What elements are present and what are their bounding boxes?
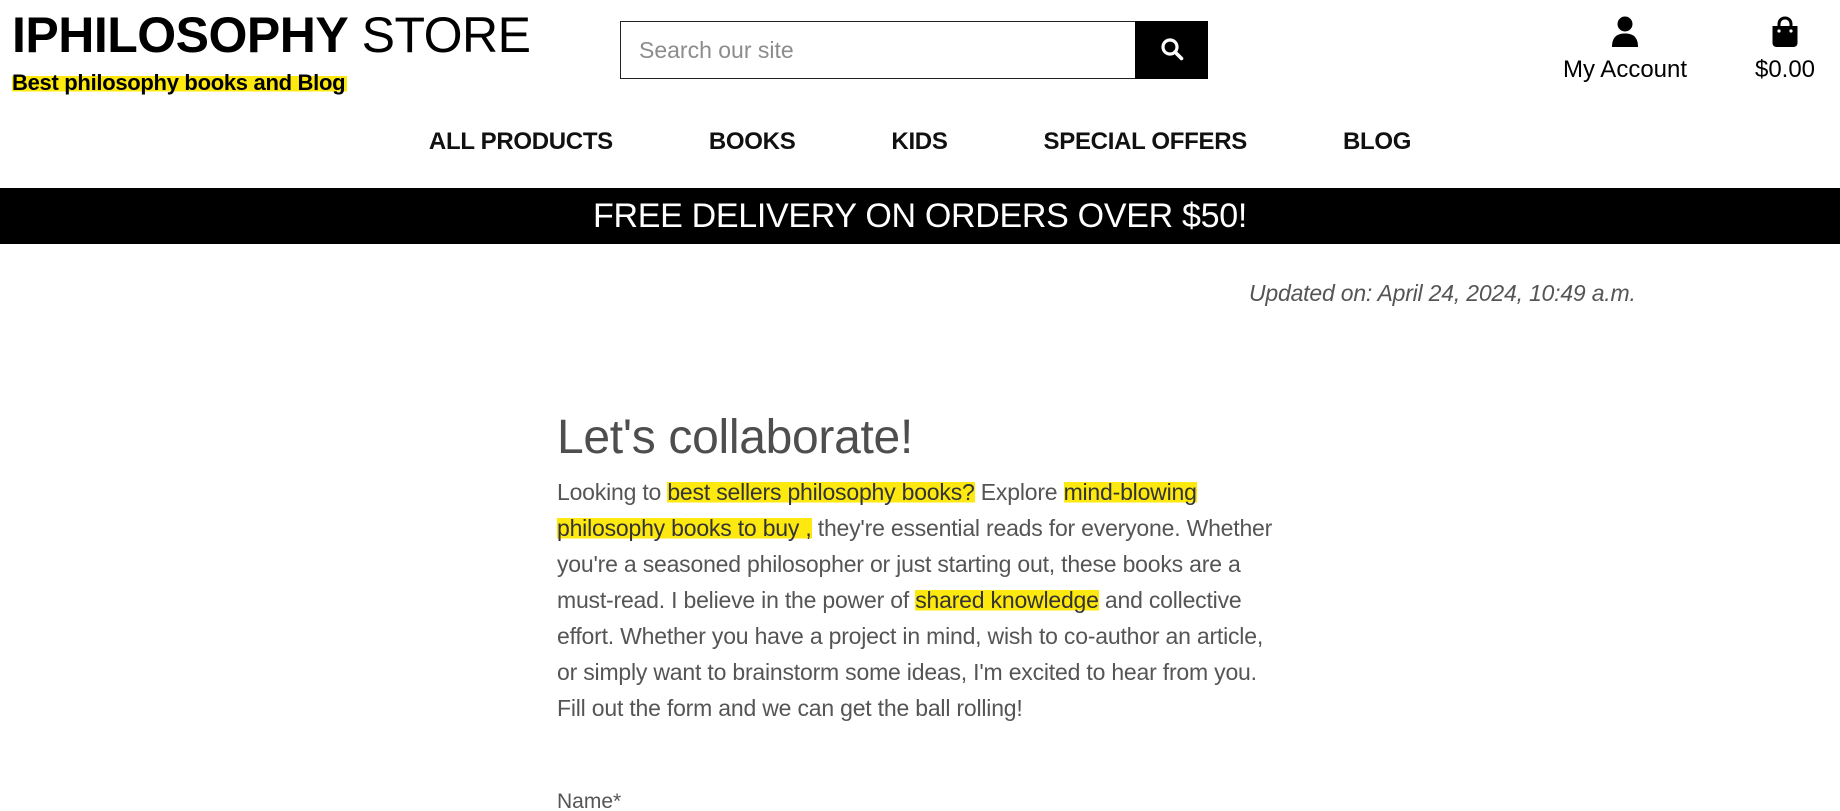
my-account-link[interactable]: My Account [1560,14,1690,84]
name-field-label: Name* [557,790,622,811]
updated-timestamp: Updated on: April 24, 2024, 10:49 a.m. [1249,280,1636,306]
search-bar [620,21,1208,79]
main-nav: ALL PRODUCTS BOOKS KIDS SPECIAL OFFERS B… [0,128,1840,156]
article: Let's collaborate! Looking to best selle… [557,408,1277,726]
page-title: Let's collaborate! [557,411,913,464]
body-text-1: Looking to [557,479,668,505]
nav-item-books[interactable]: BOOKS [709,128,796,156]
nav-item-kids[interactable]: KIDS [891,128,947,156]
brand-title-light: STORE [348,7,531,63]
highlight-best-sellers: best sellers philosophy books? [667,479,975,505]
article-body: Looking to best sellers philosophy books… [557,474,1277,726]
shopping-bag-icon [1740,14,1830,48]
highlight-shared-knowledge: shared knowledge [915,587,1099,613]
user-icon [1560,14,1690,48]
free-delivery-banner: FREE DELIVERY ON ORDERS OVER $50! [0,188,1840,244]
cart-total: $0.00 [1754,56,1816,83]
banner-text: FREE DELIVERY ON ORDERS OVER $50! [593,196,1247,235]
brand-title[interactable]: IPHILOSOPHY STORE [12,7,531,63]
brand-tagline: Best philosophy books and Blog [12,70,348,95]
nav-item-all-products[interactable]: ALL PRODUCTS [429,128,613,156]
search-icon [1160,37,1184,64]
search-button[interactable] [1135,21,1208,79]
body-text-2: Explore [974,479,1064,505]
cart-link[interactable]: $0.00 [1740,14,1830,84]
nav-item-blog[interactable]: BLOG [1343,128,1411,156]
brand-title-bold: IPHILOSOPHY [12,7,349,63]
search-input[interactable] [620,21,1135,79]
brand[interactable]: IPHILOSOPHY STORE Best philosophy books … [12,7,531,95]
my-account-label: My Account [1562,56,1688,83]
nav-item-special-offers[interactable]: SPECIAL OFFERS [1044,128,1248,156]
